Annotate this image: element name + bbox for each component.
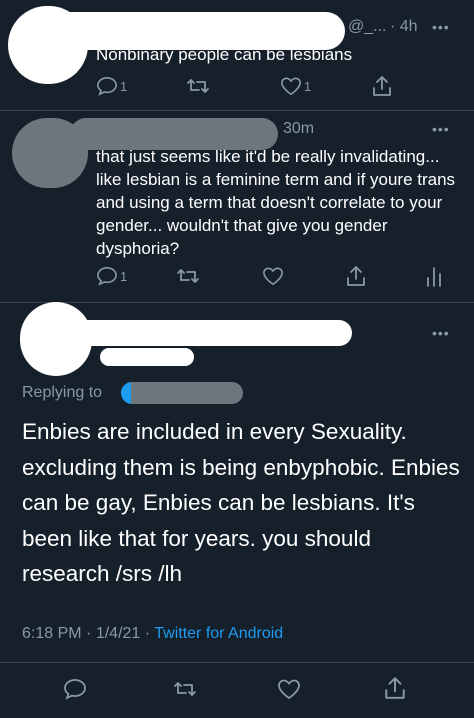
tweet1-like-button[interactable]: 1 xyxy=(280,76,311,96)
reply-icon xyxy=(96,266,118,286)
divider xyxy=(0,302,474,303)
tweet-time: 6:18 PM xyxy=(22,625,82,642)
tweet-meta: 6:18 PM · 1/4/21 · Twitter for Android xyxy=(22,625,283,643)
redacted-handle-3 xyxy=(100,348,194,366)
meta-separator: · xyxy=(144,625,151,642)
tweet1-like-count: 1 xyxy=(304,78,312,94)
tweet1-handle: @_... xyxy=(348,18,387,35)
tweet1-more-icon[interactable]: ••• xyxy=(432,19,450,35)
tweet2-share-button[interactable] xyxy=(346,265,366,287)
tweet1-reply-button[interactable]: 1 xyxy=(96,76,127,96)
tweet1-retweet-button[interactable] xyxy=(186,76,210,96)
tweet1-reply-count: 1 xyxy=(120,78,128,94)
tweet-date: 1/4/21 xyxy=(95,625,141,642)
tweet1-text: Nonbinary people can be lesbians xyxy=(96,45,353,64)
redacted-name-3 xyxy=(74,320,352,346)
tweet2-text: that just seems like it'd be really inva… xyxy=(96,147,456,258)
retweet-icon xyxy=(176,266,200,286)
replying-to: Replying to xyxy=(22,384,102,402)
tweet2-more-icon[interactable]: ••• xyxy=(432,121,450,137)
share-icon xyxy=(372,75,392,97)
focused-more-icon[interactable]: ••• xyxy=(432,325,450,341)
tweet2-retweet-button[interactable] xyxy=(176,266,200,286)
focused-share-button[interactable] xyxy=(384,676,406,700)
tweet2-analytics-button[interactable] xyxy=(426,265,442,287)
divider xyxy=(0,662,474,663)
retweet-icon xyxy=(186,76,210,96)
heart-icon xyxy=(280,76,302,96)
meta-separator: · xyxy=(86,625,92,642)
retweet-icon xyxy=(172,679,198,699)
tweet2-reply-count: 1 xyxy=(120,268,128,284)
focused-retweet-button[interactable] xyxy=(172,679,198,699)
replying-to-label: Replying to xyxy=(22,384,103,401)
divider xyxy=(0,110,474,111)
focused-tweet-text: Enbies are included in every Sexuality. … xyxy=(22,419,460,586)
heart-icon xyxy=(277,678,301,700)
heart-icon xyxy=(262,266,284,286)
tweet1-share-button[interactable] xyxy=(372,75,392,97)
tweet2-reply-button[interactable]: 1 xyxy=(96,266,127,286)
share-icon xyxy=(384,676,406,700)
reply-icon xyxy=(96,76,118,96)
tweet2-like-button[interactable] xyxy=(262,266,284,286)
focused-like-button[interactable] xyxy=(277,678,301,700)
tweet2-time: 30m xyxy=(283,120,315,137)
analytics-icon xyxy=(426,265,442,287)
tweet-client-link[interactable]: Twitter for Android xyxy=(154,625,283,642)
tweet1-time: · 4h xyxy=(390,18,418,35)
reply-icon xyxy=(63,678,87,700)
share-icon xyxy=(346,265,366,287)
redacted-mention-link[interactable] xyxy=(121,382,243,404)
focused-reply-button[interactable] xyxy=(63,678,87,700)
